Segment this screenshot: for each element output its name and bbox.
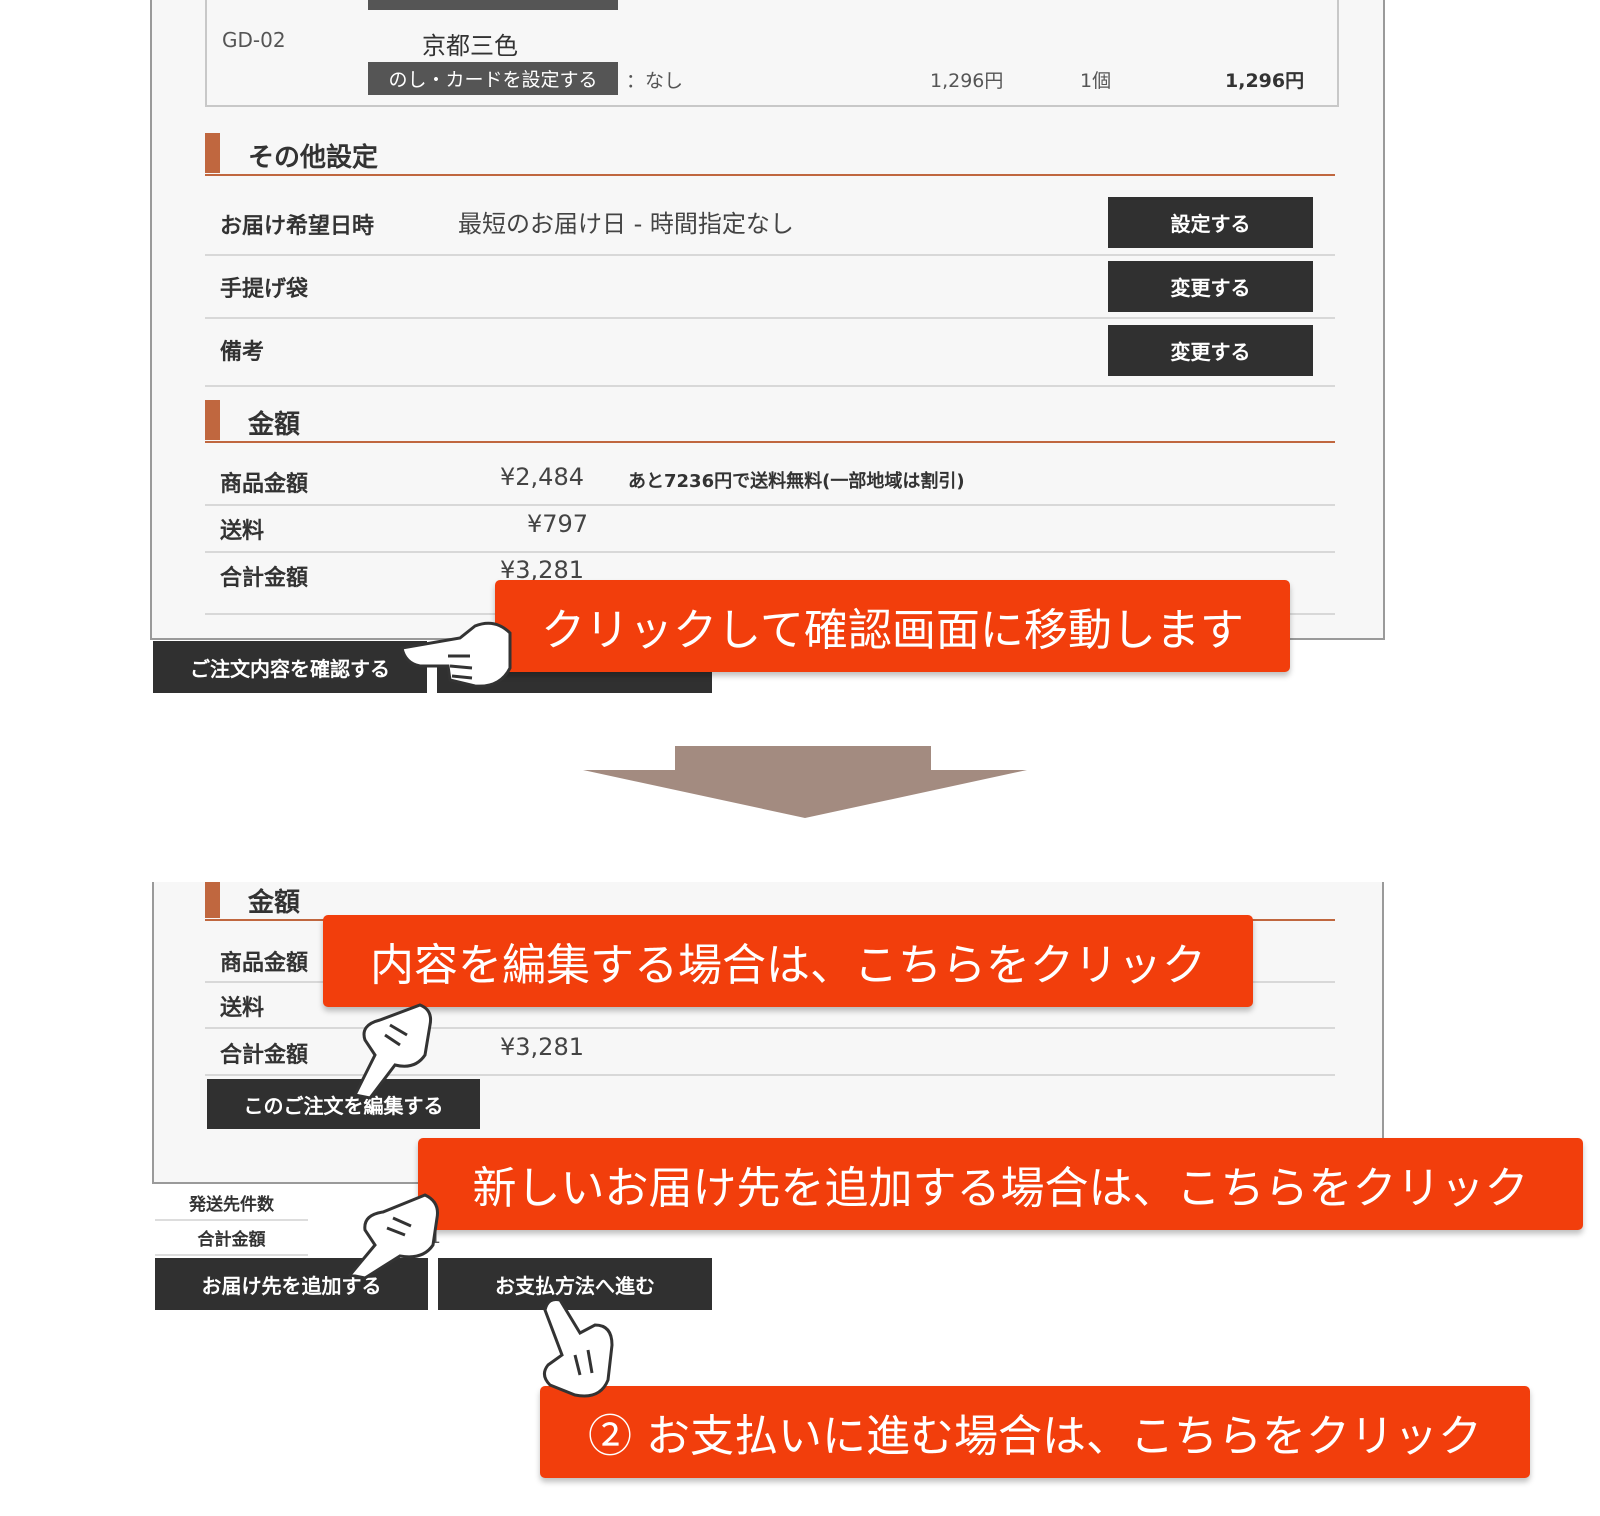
noshi-value: ：なし xyxy=(626,70,684,92)
bottom-shipping-label: 送料 xyxy=(220,996,265,1021)
previous-item-noshi-button[interactable] xyxy=(368,0,618,10)
remarks-label: 備考 xyxy=(220,340,265,365)
item-subtotal: 1,296円 xyxy=(1225,70,1305,92)
pointing-hand-icon xyxy=(347,1193,439,1280)
pointing-hand-icon xyxy=(543,1298,614,1398)
shipping-label: 送料 xyxy=(220,519,265,544)
product-amount-value: ¥2,484 xyxy=(500,463,584,491)
delivery-date-value: 最短のお届け日 - 時間指定なし xyxy=(458,210,794,238)
edit-order-button[interactable]: このご注文を編集する xyxy=(207,1079,480,1129)
set-delivery-date-button[interactable]: 設定する xyxy=(1108,197,1313,248)
delivery-date-label: お届け希望日時 xyxy=(220,214,375,239)
down-arrow-icon xyxy=(583,746,1027,818)
pointing-hand-icon xyxy=(352,1003,432,1100)
change-remarks-button[interactable]: 変更する xyxy=(1108,325,1313,376)
callout-payment: ② お支払いに進む場合は、こちらをクリック xyxy=(540,1386,1530,1478)
bottom-amount-title: 金額 xyxy=(248,888,301,918)
change-shopping-bag-button[interactable]: 変更する xyxy=(1108,261,1313,312)
shopping-bag-label: 手提げ袋 xyxy=(220,277,309,302)
product-amount-label: 商品金額 xyxy=(220,472,309,497)
callout-add-address: 新しいお届け先を追加する場合は、こちらをクリック xyxy=(418,1138,1583,1230)
bottom-amount-heading: 金額 xyxy=(205,882,605,918)
amount-title: 金額 xyxy=(248,410,301,440)
amount-heading: 金額 xyxy=(205,400,605,440)
pointing-hand-icon xyxy=(400,621,512,688)
shipping-value: ¥797 xyxy=(527,510,589,538)
bottom-product-amount-label: 商品金額 xyxy=(220,951,309,976)
item-name: 京都三色 xyxy=(422,32,518,60)
callout-confirm: クリックして確認画面に移動します xyxy=(495,580,1290,672)
noshi-card-button[interactable]: のし・カードを設定する xyxy=(368,62,618,95)
summary-label-total: 合計金額 xyxy=(155,1221,308,1256)
item-code: GD-02 xyxy=(222,28,286,52)
free-shipping-note: あと7236円で送料無料(一部地域は割引) xyxy=(628,471,965,492)
other-settings-title: その他設定 xyxy=(248,143,379,173)
other-settings-heading: その他設定 xyxy=(205,133,605,173)
bottom-total-value: ¥3,281 xyxy=(500,1033,584,1061)
unit-price: 1,296円 xyxy=(930,70,1004,92)
bottom-total-label: 合計金額 xyxy=(220,1043,309,1068)
confirm-order-button[interactable]: ご注文内容を確認する xyxy=(153,641,427,693)
callout-edit: 内容を編集する場合は、こちらをクリック xyxy=(323,915,1253,1007)
quantity: 1個 xyxy=(1080,70,1112,92)
total-amount-label: 合計金額 xyxy=(220,566,309,591)
summary-label-shipments: 発送先件数 xyxy=(155,1186,308,1221)
